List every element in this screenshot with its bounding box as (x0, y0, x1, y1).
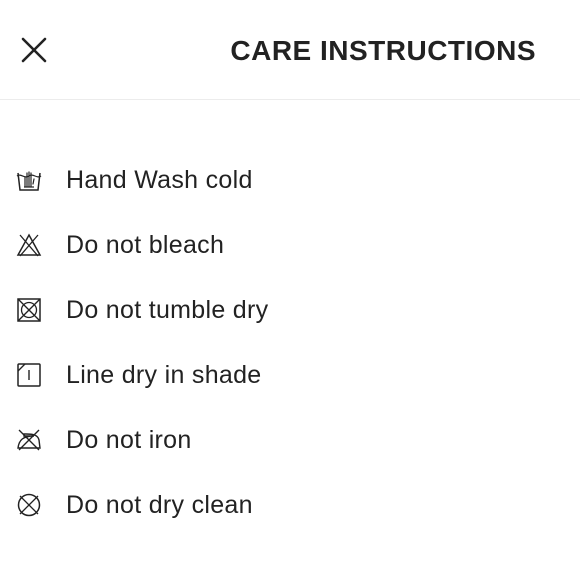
list-item-do-not-iron: Do not iron (0, 407, 580, 472)
hand-wash-icon (16, 167, 42, 193)
close-button[interactable] (14, 30, 54, 70)
do-not-dry-clean-icon (16, 492, 42, 518)
close-icon (21, 37, 47, 63)
list-item-label: Do not iron (66, 425, 192, 454)
do-not-tumble-dry-icon (16, 297, 42, 323)
list-item-label: Do not tumble dry (66, 295, 269, 324)
header: CARE INSTRUCTIONS (0, 0, 580, 100)
care-instructions-screen: CARE INSTRUCTIONS Hand Wash cold Do not … (0, 0, 580, 580)
page-title: CARE INSTRUCTIONS (230, 35, 536, 66)
list-item-do-not-dry-clean: Do not dry clean (0, 472, 580, 537)
list-item-do-not-bleach: Do not bleach (0, 212, 580, 277)
do-not-bleach-icon (16, 232, 42, 258)
care-instructions-list: Hand Wash cold Do not bleach Do not tumb… (0, 147, 580, 537)
list-item-line-dry-shade: Line dry in shade (0, 342, 580, 407)
do-not-iron-icon (16, 427, 42, 453)
list-item-label: Do not bleach (66, 230, 225, 259)
list-item-do-not-tumble-dry: Do not tumble dry (0, 277, 580, 342)
list-item-label: Do not dry clean (66, 490, 253, 519)
list-item-label: Hand Wash cold (66, 165, 253, 194)
list-item-hand-wash: Hand Wash cold (0, 147, 580, 212)
line-dry-shade-icon (16, 362, 42, 388)
list-item-label: Line dry in shade (66, 360, 262, 389)
